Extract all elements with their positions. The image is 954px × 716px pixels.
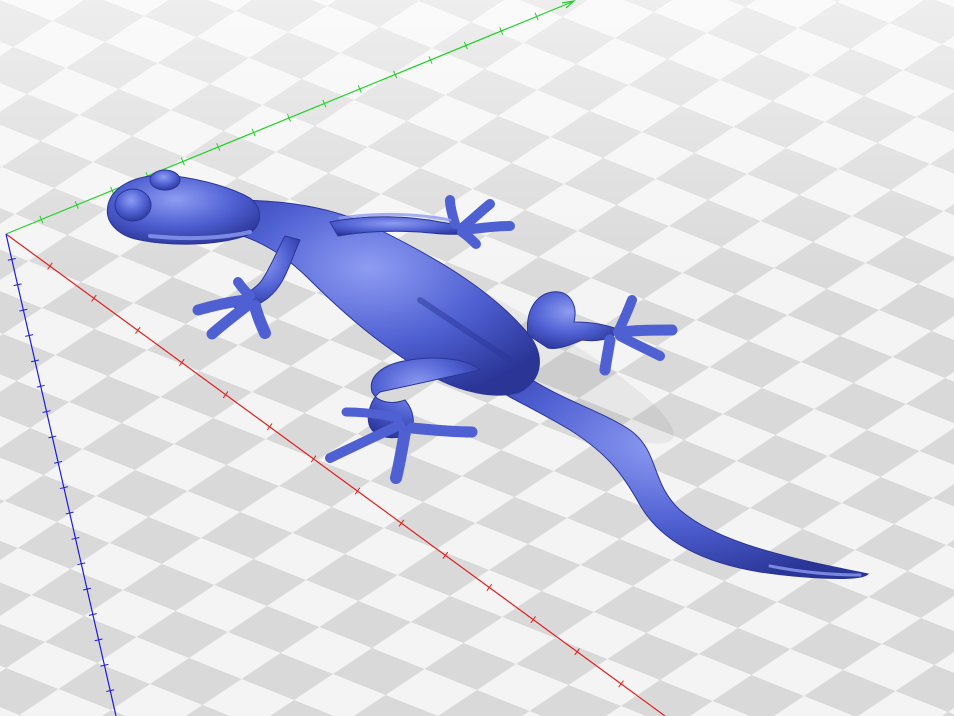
gecko-eye-left bbox=[114, 188, 152, 222]
gecko-toe bbox=[406, 422, 478, 438]
gecko-eye-right bbox=[149, 169, 181, 191]
gecko-toe bbox=[599, 334, 616, 376]
gecko-toe bbox=[614, 324, 678, 338]
gecko-toe bbox=[460, 221, 515, 235]
3d-viewport[interactable] bbox=[0, 0, 954, 716]
scene-canvas[interactable] bbox=[0, 0, 954, 716]
